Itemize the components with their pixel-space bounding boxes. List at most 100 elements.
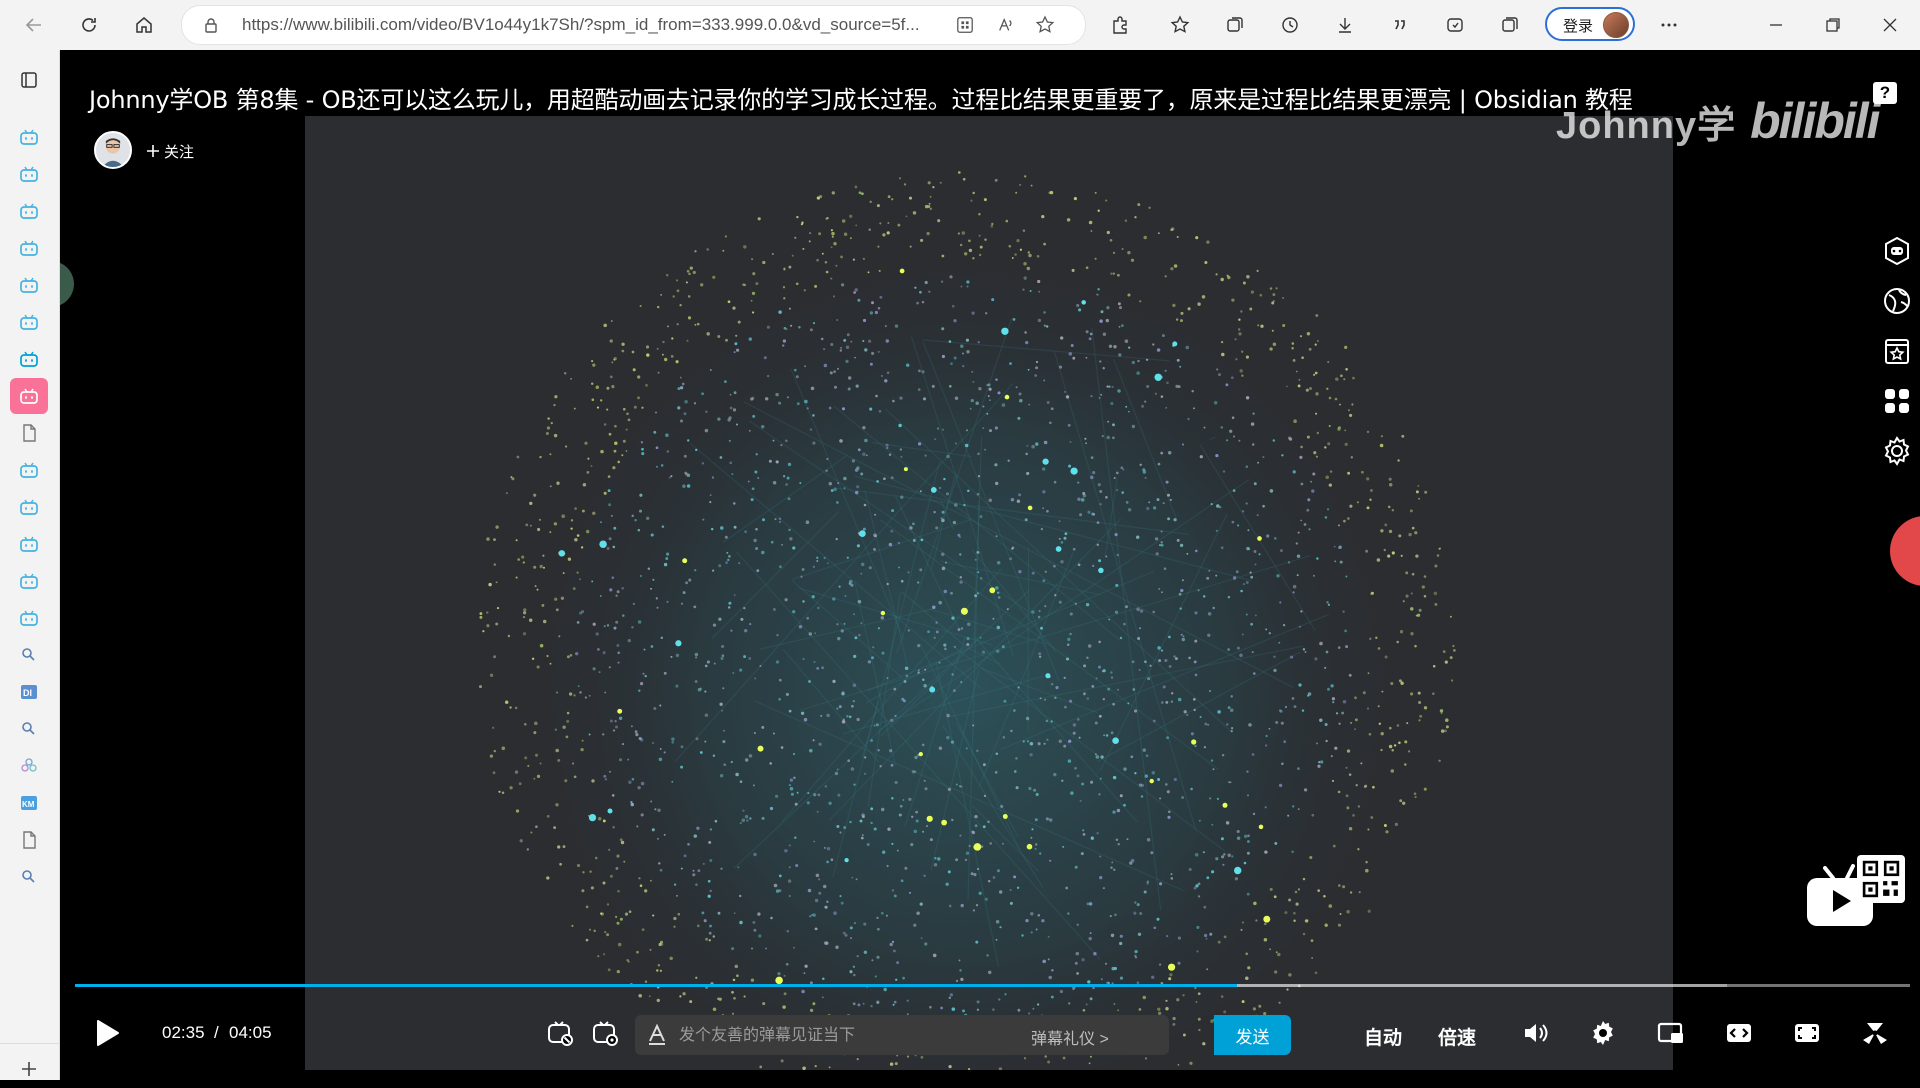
side-float-tab[interactable] — [60, 261, 74, 307]
graph-node — [1100, 310, 1104, 314]
quality-selector[interactable]: 自动 — [1364, 1023, 1402, 1050]
graph-node — [1354, 728, 1357, 731]
screenshot-button[interactable] — [1439, 9, 1471, 41]
sidebar-item-3[interactable] — [10, 156, 48, 192]
translate-button[interactable] — [1875, 279, 1919, 323]
speed-selector[interactable]: 倍速 — [1438, 1023, 1476, 1050]
graph-node — [951, 616, 955, 620]
favorites-button[interactable] — [1164, 9, 1196, 41]
sidebar-item-15[interactable] — [10, 600, 48, 636]
history-button[interactable] — [1274, 9, 1306, 41]
graph-node — [860, 622, 863, 625]
sidebar-item-1[interactable] — [10, 62, 48, 98]
danmaku-toggle-button[interactable] — [545, 1018, 575, 1048]
graph-node — [811, 595, 815, 599]
send-danmaku-button[interactable]: 发送 — [1214, 1015, 1291, 1055]
sidebar-item-22[interactable] — [10, 859, 48, 895]
volume-button[interactable] — [1520, 1018, 1550, 1048]
collections-button[interactable] — [1219, 9, 1251, 41]
sidebar-item-6[interactable] — [10, 267, 48, 303]
graph-node — [1054, 696, 1057, 700]
home-button[interactable] — [128, 9, 160, 41]
minimize-button[interactable] — [1760, 9, 1792, 41]
fullscreen-button[interactable] — [1860, 1018, 1890, 1048]
restore-button[interactable] — [1817, 9, 1849, 41]
web-fullscreen-button[interactable] — [1792, 1018, 1822, 1048]
sidebar-item-2[interactable] — [10, 119, 48, 155]
graph-node — [682, 591, 686, 595]
sidebar-item-14[interactable] — [10, 563, 48, 599]
address-bar[interactable]: https://www.bilibili.com/video/BV1o44y1k… — [181, 5, 1086, 45]
play-icon[interactable] — [90, 1017, 122, 1049]
widescreen-button[interactable] — [1724, 1018, 1754, 1048]
progress-bar[interactable] — [75, 984, 1910, 987]
sidebar-item-7[interactable] — [10, 304, 48, 340]
sidebar-item-5[interactable] — [10, 230, 48, 266]
sidebar-item-11[interactable] — [10, 452, 48, 488]
follow-button[interactable]: 关注 — [146, 140, 194, 162]
sidebar-item-10[interactable] — [10, 415, 48, 451]
sidebar-item-16[interactable] — [10, 637, 48, 673]
graph-node — [728, 416, 732, 420]
split-screen-button[interactable] — [1494, 9, 1526, 41]
sidebar-item-8[interactable] — [10, 341, 48, 377]
graph-node — [1434, 564, 1438, 568]
new-tab-button[interactable] — [10, 1050, 48, 1088]
sidebar-item-19[interactable] — [10, 748, 48, 784]
graph-node — [967, 622, 971, 627]
profile-login-button[interactable]: 登录 — [1545, 7, 1635, 41]
sidebar-item-13[interactable] — [10, 526, 48, 562]
graph-node — [1249, 571, 1252, 574]
danmaku-style-icon[interactable] — [647, 1024, 667, 1046]
graph-node — [877, 350, 880, 353]
graph-node — [1194, 853, 1199, 857]
graph-node — [507, 634, 511, 638]
graph-node — [771, 252, 774, 255]
refresh-button[interactable] — [73, 9, 105, 41]
uploader-avatar[interactable] — [94, 131, 132, 169]
video-frame[interactable] — [305, 116, 1673, 1070]
danmaku-etiquette-link[interactable]: 弹幕礼仪 > — [1031, 1025, 1109, 1049]
settings-float-button[interactable] — [1875, 429, 1919, 473]
graph-node — [1318, 760, 1321, 764]
graph-node — [885, 914, 889, 917]
sidebar-item-17[interactable]: DI — [10, 674, 48, 710]
graph-node — [830, 343, 834, 346]
danmaku-settings-button[interactable] — [590, 1018, 620, 1048]
qr-code-button[interactable] — [1857, 855, 1905, 903]
sidebar-item-12[interactable] — [10, 489, 48, 525]
bookmark-button[interactable] — [1875, 329, 1919, 373]
graph-node — [808, 240, 811, 243]
graph-node — [604, 778, 607, 781]
video-player[interactable]: Johnny学OB 第8集 - OB还可以这么玩儿，用超酷动画去记录你的学习成长… — [60, 50, 1920, 1080]
graph-node — [1099, 875, 1103, 880]
floating-action-button[interactable] — [1890, 516, 1920, 586]
url-text[interactable]: https://www.bilibili.com/video/BV1o44y1k… — [242, 15, 920, 35]
read-aloud-icon[interactable] — [995, 14, 1017, 36]
graph-node — [839, 349, 843, 352]
sidebar-item-4[interactable] — [10, 193, 48, 229]
danmaku-input[interactable] — [677, 1015, 1021, 1055]
sidebar-item-18[interactable] — [10, 711, 48, 747]
favorite-add-icon[interactable] — [1034, 14, 1056, 36]
downloads-button[interactable] — [1329, 9, 1361, 41]
sidebar-item-21[interactable] — [10, 822, 48, 858]
more-menu-button[interactable] — [1653, 9, 1685, 41]
sidebar-item-9[interactable] — [10, 378, 48, 414]
settings-button[interactable] — [1588, 1018, 1618, 1048]
graph-node — [795, 282, 799, 286]
app-grid-icon[interactable] — [954, 14, 976, 36]
apps-button[interactable] — [1875, 379, 1919, 423]
graph-node — [871, 351, 875, 355]
graph-node — [1366, 477, 1370, 481]
back-button[interactable] — [18, 9, 50, 41]
picture-in-picture-button[interactable] — [1656, 1018, 1686, 1048]
ai-assistant-button[interactable] — [1875, 229, 1919, 273]
sidebar-item-20[interactable]: KM — [10, 785, 48, 821]
graph-node — [1110, 933, 1115, 938]
quote-button[interactable] — [1384, 9, 1416, 41]
graph-node — [637, 528, 641, 532]
extensions-button[interactable] — [1104, 9, 1136, 41]
close-window-button[interactable] — [1874, 9, 1906, 41]
graph-node — [1292, 805, 1295, 808]
